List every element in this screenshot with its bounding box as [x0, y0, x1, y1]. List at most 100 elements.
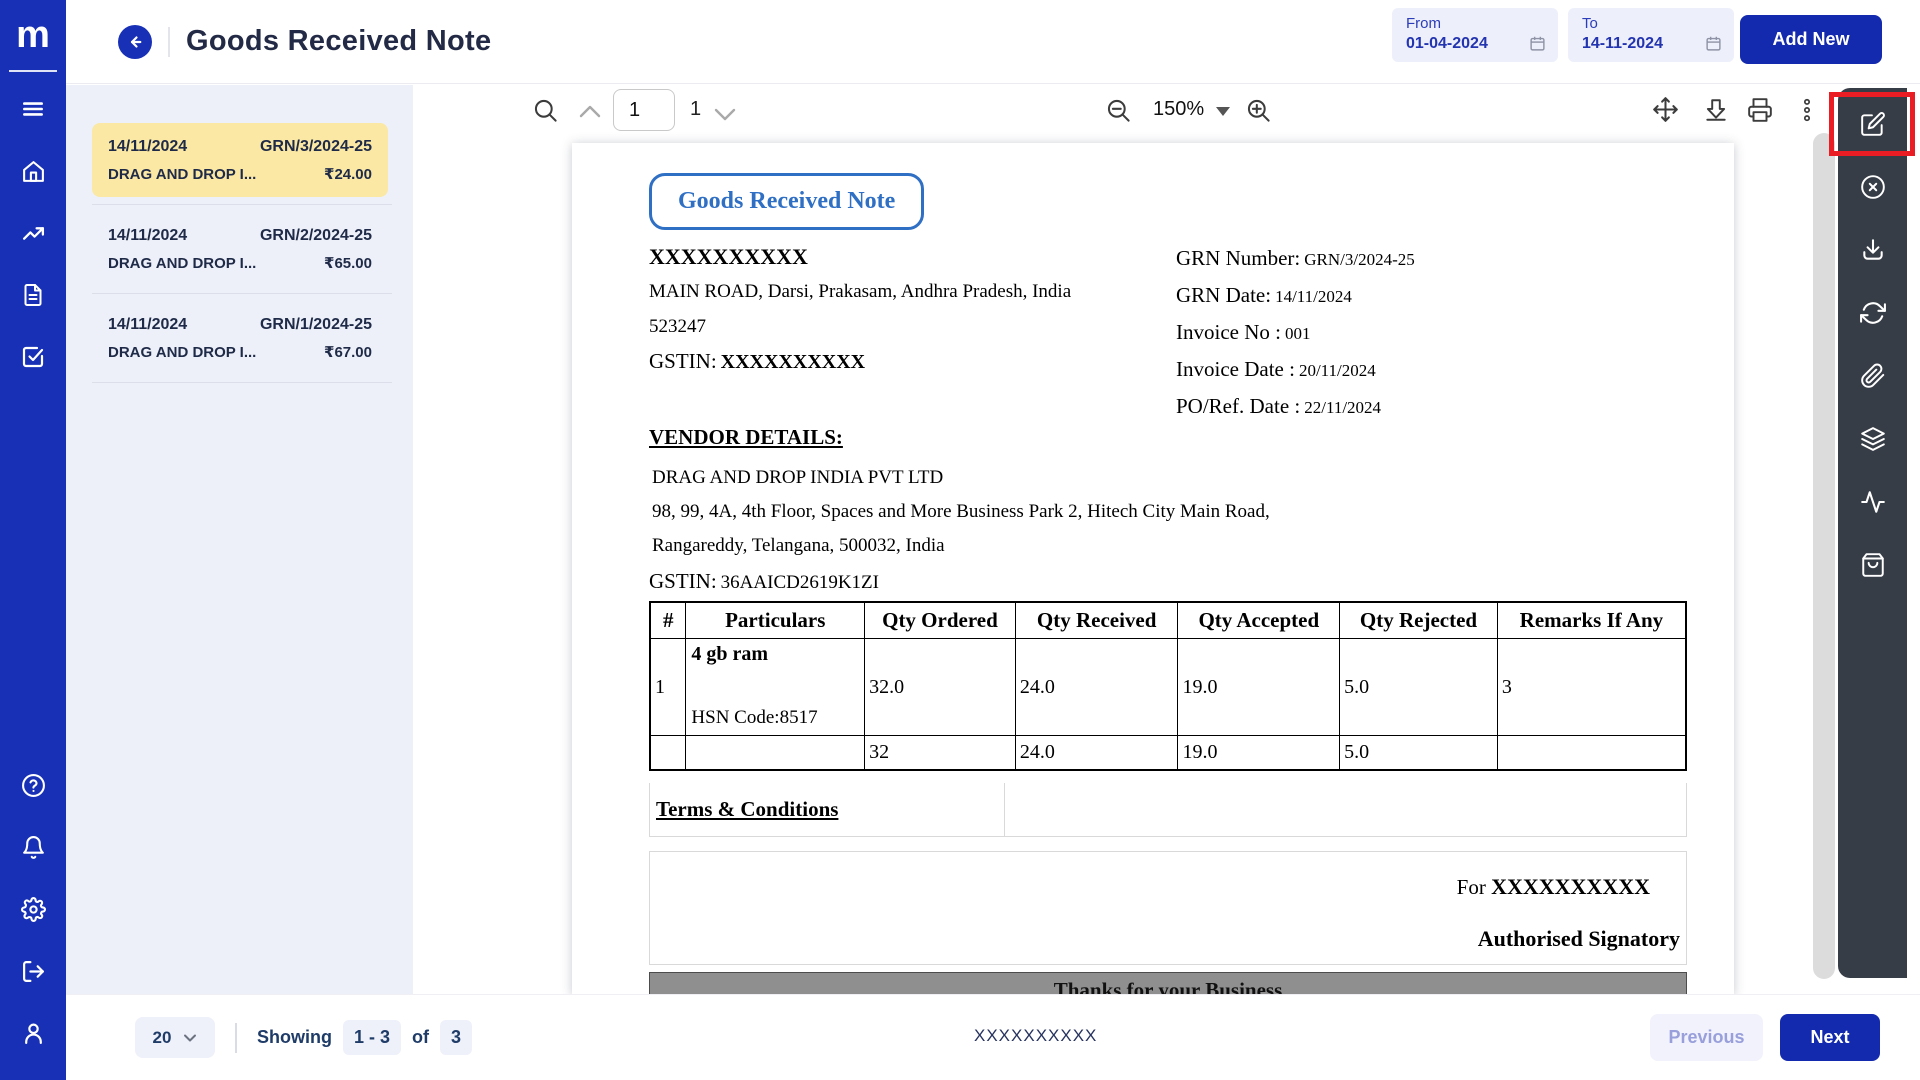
user-icon[interactable] [0, 1002, 66, 1064]
help-icon[interactable] [0, 754, 66, 816]
document-icon[interactable] [0, 264, 66, 326]
print-icon[interactable] [1747, 97, 1773, 123]
vendor-address-line2: Rangareddy, Telangana, 500032, India [649, 535, 1270, 557]
kebab-icon[interactable] [1794, 97, 1820, 123]
back-button[interactable] [118, 25, 152, 59]
chevron-down-icon [183, 1033, 197, 1043]
page-size-value: 20 [153, 1028, 172, 1048]
to-date-picker[interactable]: To 14-11-2024 [1568, 8, 1734, 62]
calendar-icon [1529, 35, 1546, 52]
bell-icon[interactable] [0, 816, 66, 878]
cell-remarks: 3 [1497, 639, 1686, 736]
grn-vendor: DRAG AND DROP I... [108, 255, 256, 272]
home-icon[interactable] [0, 140, 66, 202]
cell-qty-accepted: 19.0 [1178, 639, 1340, 736]
cell-qty-ordered: 32.0 [865, 639, 1016, 736]
col-qty-ordered: Qty Ordered [865, 602, 1016, 639]
previous-button[interactable]: Previous [1650, 1014, 1763, 1061]
page-number-input[interactable] [613, 89, 675, 131]
showing-summary: Showing 1 - 3 of 3 [257, 1020, 472, 1055]
grn-number: GRN/1/2024-25 [260, 316, 372, 334]
app-logo: m [16, 16, 50, 54]
zoom-in-icon[interactable] [1245, 97, 1272, 124]
col-particulars: Particulars [686, 602, 865, 639]
download-icon[interactable] [1849, 226, 1897, 274]
company-gstin: GSTIN: XXXXXXXXXX [649, 344, 1071, 381]
vendor-name: DRAG AND DROP INDIA PVT LTD [649, 467, 1270, 489]
meta-line: Invoice No : 001 [1176, 315, 1415, 352]
terms-heading: Terms & Conditions [650, 783, 1686, 822]
check-square-icon[interactable] [0, 326, 66, 388]
trending-up-icon[interactable] [0, 202, 66, 264]
cell-sno [650, 736, 686, 770]
authorised-signatory: Authorised Signatory [1478, 926, 1680, 952]
meta-line: Invoice Date : 20/11/2024 [1176, 352, 1415, 389]
add-new-button[interactable]: Add New [1740, 15, 1882, 64]
list-divider [92, 204, 392, 205]
document-badge: Goods Received Note [649, 173, 924, 230]
bottom-bar: 20 Showing 1 - 3 of 3 XXXXXXXXXX Previou… [66, 994, 1920, 1080]
document-actions-toolbar [1838, 88, 1907, 978]
menu-icon[interactable] [0, 78, 66, 140]
col-qty-rejected: Qty Rejected [1340, 602, 1498, 639]
showing-total: 3 [440, 1020, 472, 1055]
download-icon[interactable] [1703, 97, 1729, 123]
col-sno: # [650, 602, 686, 639]
terms-divider [1004, 783, 1005, 837]
layers-icon[interactable] [1849, 415, 1897, 463]
gear-icon[interactable] [0, 878, 66, 940]
chevron-down-icon[interactable] [713, 107, 737, 123]
cell-particulars [686, 736, 865, 770]
vendor-block: VENDOR DETAILS: DRAG AND DROP INDIA PVT … [649, 425, 1270, 594]
signature-section: For XXXXXXXXXX Authorised Signatory [649, 851, 1687, 965]
bag-icon[interactable] [1849, 541, 1897, 589]
company-address-line1: MAIN ROAD, Darsi, Prakasam, Andhra Prade… [649, 274, 1071, 309]
zoom-dropdown-caret[interactable] [1216, 107, 1230, 116]
sidebar-divider [9, 70, 57, 72]
from-date-picker[interactable]: From 01-04-2024 [1392, 8, 1558, 62]
activity-icon[interactable] [1849, 478, 1897, 526]
pdf-toolbar: 1 150% [413, 85, 1838, 139]
company-block: XXXXXXXXXX MAIN ROAD, Darsi, Prakasam, A… [649, 239, 1071, 381]
cell-sno: 1 [650, 639, 686, 736]
pdf-viewer: 1 150% Goods Received Note XXXXXXXXXX [413, 85, 1838, 994]
total-qty-accepted: 19.0 [1178, 736, 1340, 770]
cell-particulars: 4 gb ram HSN Code:8517 [686, 639, 865, 736]
item-name: 4 gb ram [691, 643, 768, 666]
table-header-row: # Particulars Qty Ordered Qty Received Q… [650, 602, 1686, 639]
logout-icon[interactable] [0, 940, 66, 1002]
vendor-address-line1: 98, 99, 4A, 4th Floor, Spaces and More B… [649, 501, 1270, 523]
to-label: To [1582, 15, 1734, 32]
grn-list-item[interactable]: 14/11/2024 GRN/3/2024-25 DRAG AND DROP I… [92, 123, 388, 197]
zoom-out-icon[interactable] [1105, 97, 1132, 124]
grn-list-item[interactable]: 14/11/2024 GRN/2/2024-25 DRAG AND DROP I… [92, 212, 388, 286]
viewer-scrollbar[interactable] [1813, 133, 1835, 979]
move-icon[interactable] [1652, 96, 1679, 123]
next-button[interactable]: Next [1780, 1014, 1880, 1061]
signature-company: XXXXXXXXXX [1491, 874, 1650, 899]
refresh-icon[interactable] [1849, 289, 1897, 337]
company-name: XXXXXXXXXX [649, 239, 1071, 274]
grn-vendor: DRAG AND DROP I... [108, 166, 256, 183]
document-page: Goods Received Note XXXXXXXXXX MAIN ROAD… [572, 143, 1734, 995]
total-qty-ordered: 32 [865, 736, 1016, 770]
zoom-level[interactable]: 150% [1153, 98, 1204, 121]
edit-highlight-box [1829, 92, 1915, 156]
vendor-heading: VENDOR DETAILS: [649, 425, 1270, 450]
meta-line: GRN Number: GRN/3/2024-25 [1176, 241, 1415, 278]
page-size-select[interactable]: 20 [135, 1017, 215, 1058]
col-qty-received: Qty Received [1015, 602, 1178, 639]
terms-section: Terms & Conditions [649, 783, 1687, 837]
chevron-up-icon[interactable] [578, 103, 602, 119]
company-address-line2: 523247 [649, 309, 1071, 344]
bottom-divider [235, 1023, 237, 1053]
grn-list-item[interactable]: 14/11/2024 GRN/1/2024-25 DRAG AND DROP I… [92, 301, 388, 375]
search-icon[interactable] [532, 97, 559, 124]
footer-company-text: XXXXXXXXXX [974, 1026, 1097, 1046]
col-remarks: Remarks If Any [1497, 602, 1686, 639]
grn-date: 14/11/2024 [108, 227, 187, 245]
attachment-icon[interactable] [1849, 352, 1897, 400]
calendar-icon [1705, 35, 1722, 52]
cancel-icon[interactable] [1849, 163, 1897, 211]
meta-line: PO/Ref. Date : 22/11/2024 [1176, 389, 1415, 426]
